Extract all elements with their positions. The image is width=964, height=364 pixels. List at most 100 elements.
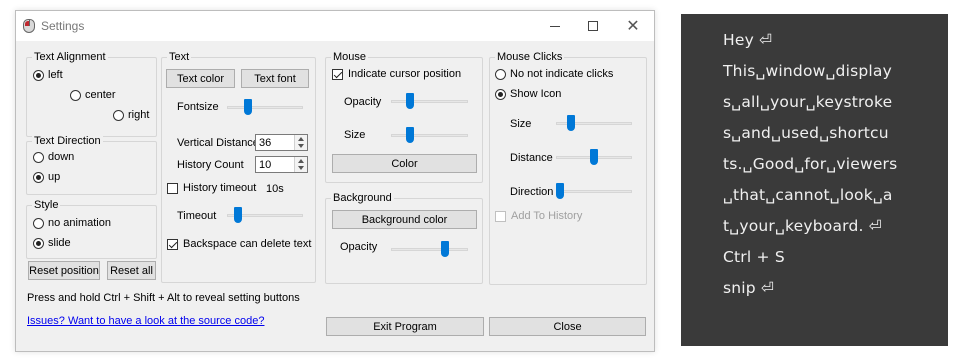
radio-indicator: [70, 89, 81, 101]
click-size-label: Size: [510, 118, 532, 130]
text-title: Text: [167, 51, 192, 64]
exit-program-button[interactable]: Exit Program: [326, 317, 484, 336]
background-color-button[interactable]: Background color: [332, 210, 477, 229]
minimize-icon: [550, 25, 560, 27]
fontsize-label: Fontsize: [177, 101, 219, 113]
checkbox-indicator: [332, 68, 343, 80]
maximize-icon: [588, 21, 598, 31]
close-window-button[interactable]: ✕: [616, 11, 650, 41]
keystroke-line: ts.␣Good␣for␣viewers: [723, 155, 898, 173]
keystroke-line: Hey ⏎: [723, 31, 773, 49]
direction-up-radio[interactable]: up: [33, 171, 60, 183]
align-right-radio[interactable]: right: [113, 109, 149, 121]
vertical-distance-label: Vertical Distance: [177, 137, 259, 149]
click-direction-label: Direction: [510, 186, 554, 198]
history-timeout-checkbox[interactable]: History timeout: [167, 182, 256, 194]
style-group: Style no animation slide: [26, 199, 157, 259]
minimize-button[interactable]: [538, 11, 572, 41]
add-to-history-checkbox[interactable]: Add To History: [495, 210, 582, 222]
text-alignment-title: Text Alignment: [32, 51, 108, 64]
slider-track: [556, 190, 632, 193]
background-title: Background: [331, 192, 394, 205]
slider-track: [391, 248, 468, 251]
radio-indicator: [33, 237, 44, 249]
slider-thumb[interactable]: [590, 149, 598, 165]
no-indicate-clicks-radio[interactable]: No not indicate clicks: [495, 68, 613, 80]
timeout-slider[interactable]: [227, 207, 303, 223]
settings-window: Settings ✕ Text Alignment left center ri…: [15, 10, 655, 352]
align-center-radio[interactable]: center: [70, 89, 116, 101]
slider-track: [391, 100, 468, 103]
keystroke-line: s␣and␣used␣shortcu: [723, 124, 889, 142]
spinner-arrows-icon[interactable]: [294, 157, 307, 172]
title-bar[interactable]: Settings ✕: [16, 11, 654, 41]
slider-thumb[interactable]: [244, 99, 253, 115]
vertical-distance-input[interactable]: 36: [255, 134, 308, 151]
text-direction-group: Text Direction down up: [26, 135, 157, 195]
history-count-input[interactable]: 10: [255, 156, 308, 173]
spinner-arrows-icon[interactable]: [294, 135, 307, 150]
style-slide-radio[interactable]: slide: [33, 237, 71, 249]
click-distance-label: Distance: [510, 152, 553, 164]
click-distance-slider[interactable]: [556, 149, 632, 165]
slider-thumb[interactable]: [555, 183, 564, 199]
mouse-size-slider[interactable]: [391, 127, 468, 143]
keystroke-line: ␣that␣cannot␣look␣a: [723, 186, 893, 204]
keystroke-line: s␣all␣your␣keystroke: [723, 93, 893, 111]
checkbox-indicator: [167, 238, 178, 250]
mouse-group: Mouse Indicate cursor position Opacity S…: [325, 51, 483, 183]
slider-thumb[interactable]: [406, 93, 415, 109]
checkbox-indicator: [167, 182, 178, 194]
mouse-opacity-slider[interactable]: [391, 93, 468, 109]
background-opacity-label: Opacity: [340, 241, 378, 253]
history-count-label: History Count: [177, 159, 244, 171]
window-title: Settings: [41, 19, 85, 33]
slider-track: [227, 106, 303, 109]
background-opacity-slider[interactable]: [391, 241, 468, 257]
keystroke-line: Ctrl + S: [723, 248, 785, 266]
radio-indicator: [33, 69, 44, 81]
source-code-link[interactable]: Issues? Want to have a look at the sourc…: [27, 315, 264, 327]
close-button[interactable]: Close: [489, 317, 646, 336]
align-left-radio[interactable]: left: [33, 69, 63, 81]
close-icon: ✕: [626, 18, 640, 35]
slider-thumb[interactable]: [567, 115, 576, 131]
direction-down-radio[interactable]: down: [33, 151, 74, 163]
timeout-label: Timeout: [177, 210, 217, 222]
reset-position-button[interactable]: Reset position: [28, 261, 100, 280]
mouse-clicks-title: Mouse Clicks: [495, 51, 565, 64]
maximize-button[interactable]: [576, 11, 610, 41]
radio-indicator: [33, 151, 44, 163]
mouse-color-button[interactable]: Color: [332, 154, 477, 173]
backspace-checkbox[interactable]: Backspace can delete text: [167, 238, 311, 250]
keystroke-display: Hey ⏎ This␣window␣display s␣all␣your␣key…: [681, 14, 948, 346]
slider-thumb[interactable]: [233, 207, 242, 223]
text-font-button[interactable]: Text font: [241, 69, 309, 88]
slider-thumb[interactable]: [440, 241, 449, 257]
history-timeout-value: 10s: [266, 183, 284, 195]
keystroke-line: t␣your␣keyboard. ⏎: [723, 217, 882, 235]
click-direction-slider[interactable]: [555, 183, 632, 199]
radio-indicator: [495, 88, 506, 100]
text-direction-title: Text Direction: [32, 135, 103, 148]
mouse-opacity-label: Opacity: [344, 96, 382, 108]
indicate-cursor-checkbox[interactable]: Indicate cursor position: [332, 68, 461, 80]
radio-indicator: [33, 171, 44, 183]
style-no-animation-radio[interactable]: no animation: [33, 217, 111, 229]
radio-indicator: [113, 109, 124, 121]
hint-text: Press and hold Ctrl + Shift + Alt to rev…: [27, 292, 300, 304]
keystroke-line: snip ⏎: [723, 279, 775, 297]
mouse-title: Mouse: [331, 51, 369, 64]
show-icon-radio[interactable]: Show Icon: [495, 88, 561, 100]
keystroke-line: This␣window␣display: [723, 62, 892, 80]
slider-thumb[interactable]: [406, 127, 415, 143]
style-title: Style: [32, 199, 61, 212]
mouse-icon: [23, 19, 35, 33]
text-color-button[interactable]: Text color: [166, 69, 235, 88]
radio-indicator: [495, 68, 506, 80]
background-group: Background Background color Opacity: [325, 192, 483, 284]
reset-all-button[interactable]: Reset all: [107, 261, 156, 280]
click-size-slider[interactable]: [556, 115, 632, 131]
fontsize-slider[interactable]: [227, 99, 303, 115]
radio-indicator: [33, 217, 44, 229]
